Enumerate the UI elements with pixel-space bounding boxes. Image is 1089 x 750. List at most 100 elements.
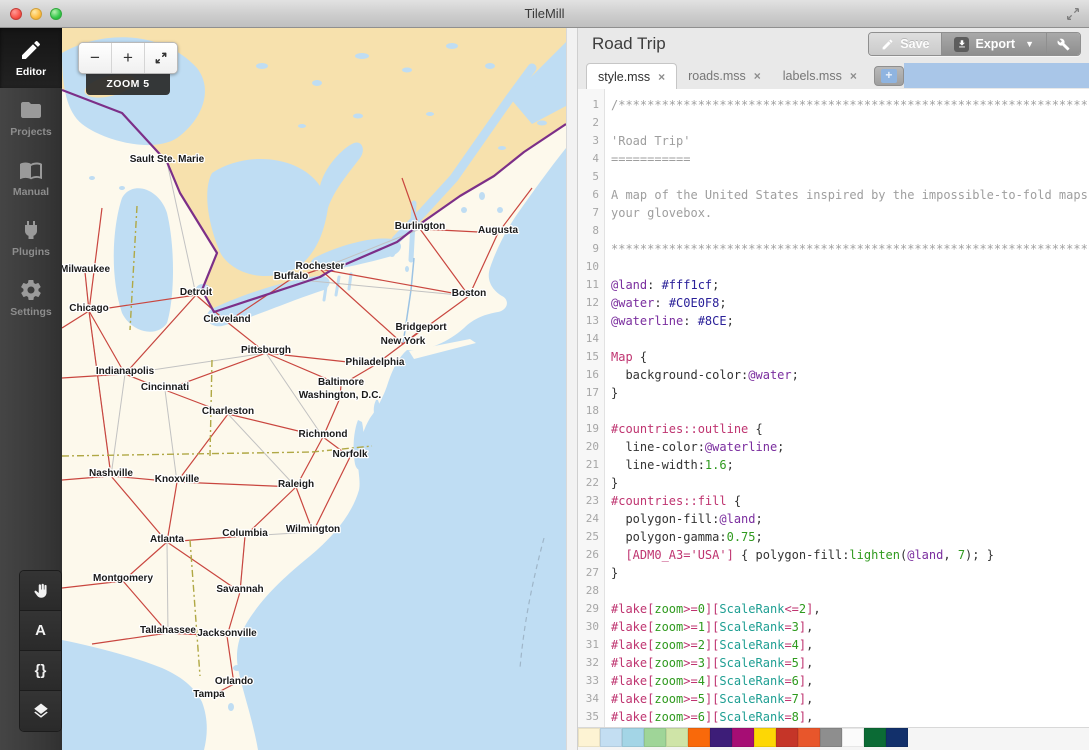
palette-swatch[interactable] [644, 728, 666, 747]
tabs: style.mss× roads.mss × labels.mss × [586, 63, 868, 89]
palette-swatch[interactable] [798, 728, 820, 747]
palette-swatch[interactable] [622, 728, 644, 747]
plus-icon: + [881, 69, 897, 83]
code-editor[interactable]: 1234567891011121314151617181920212223242… [578, 89, 1089, 727]
code-line: #lake[zoom>=0][ScaleRank<=2], [611, 600, 1089, 618]
sidebar-tools: A {} [19, 570, 62, 732]
close-tab-icon[interactable]: × [850, 69, 857, 83]
city-label: Nashville [89, 468, 133, 479]
tab-style.mss[interactable]: style.mss× [586, 63, 677, 89]
zoom-window-button[interactable] [50, 8, 62, 20]
tab-bar: style.mss× roads.mss × labels.mss × + [578, 62, 1089, 89]
layers-icon [32, 702, 50, 720]
palette-swatch[interactable] [600, 728, 622, 747]
palette-swatch[interactable] [820, 728, 842, 747]
tab-label: roads.mss [688, 69, 746, 83]
city-label: Milwaukee [62, 264, 110, 275]
add-stylesheet-button[interactable]: + [874, 66, 904, 86]
font-icon: A [35, 622, 46, 639]
title-bar: TileMill [0, 0, 1089, 28]
map-canvas: Sault Ste. MarieMilwaukeeChicagoDetroitC… [62, 28, 566, 750]
pane-splitter[interactable] [566, 28, 578, 750]
city-label: Chicago [69, 303, 108, 314]
close-window-button[interactable] [10, 8, 22, 20]
code-line: #lake[zoom>=2][ScaleRank=4], [611, 636, 1089, 654]
palette-swatch[interactable] [754, 728, 776, 747]
line-number: 6 [578, 186, 604, 204]
close-tab-icon[interactable]: × [754, 69, 761, 83]
sidebar-item-label: Settings [10, 306, 51, 318]
panel-header: Road Trip Save Export ▼ [578, 28, 1089, 62]
fonts-tool-button[interactable]: A [20, 611, 61, 651]
sidebar-item-label: Manual [13, 186, 49, 198]
city-label: Wilmington [286, 524, 340, 535]
resize-icon[interactable] [1065, 6, 1081, 22]
palette-swatch[interactable] [732, 728, 754, 747]
fullscreen-button[interactable] [145, 43, 177, 73]
line-number: 24 [578, 510, 604, 528]
sidebar-item-projects[interactable]: Projects [0, 88, 62, 148]
project-settings-button[interactable] [1046, 33, 1080, 55]
code-line [611, 114, 1089, 132]
zoom-in-button[interactable]: + [112, 43, 145, 73]
tab-label: labels.mss [783, 69, 842, 83]
palette-swatch[interactable] [710, 728, 732, 747]
pencil-icon [19, 38, 43, 62]
tab-strip-highlight [904, 63, 1089, 88]
city-label: Rochester [296, 261, 345, 272]
line-number-gutter: 1234567891011121314151617181920212223242… [578, 89, 605, 727]
city-label: Columbia [222, 528, 268, 539]
zoom-out-button[interactable]: − [79, 43, 112, 73]
carto-tool-button[interactable]: {} [20, 651, 61, 691]
export-button[interactable]: Export ▼ [941, 33, 1046, 55]
save-button[interactable]: Save [869, 33, 941, 55]
city-label: Tampa [193, 689, 225, 700]
line-number: 8 [578, 222, 604, 240]
editor-panel: Road Trip Save Export ▼ styl [578, 28, 1089, 750]
minimize-window-button[interactable] [30, 8, 42, 20]
tab-roads.mss[interactable]: roads.mss × [677, 63, 772, 89]
city-label: Cincinnati [141, 382, 190, 393]
code-line: 'Road Trip' [611, 132, 1089, 150]
code-line: =========== [611, 150, 1089, 168]
line-number: 12 [578, 294, 604, 312]
code-line: #lake[zoom>=1][ScaleRank=3], [611, 618, 1089, 636]
city-label: Charleston [202, 406, 254, 417]
gear-icon [19, 278, 43, 302]
book-icon [19, 158, 43, 182]
layers-tool-button[interactable] [20, 691, 61, 731]
plug-icon [19, 218, 43, 242]
city-label: Burlington [395, 221, 446, 232]
code-content[interactable]: /***************************************… [605, 89, 1089, 727]
code-line: } [611, 384, 1089, 402]
close-tab-icon[interactable]: × [658, 70, 665, 84]
code-line: #countries::fill { [611, 492, 1089, 510]
code-line: [ADM0_A3='USA'] { polygon-fill:lighten(@… [611, 546, 1089, 564]
line-number: 13 [578, 312, 604, 330]
zoom-level-badge: ZOOM 5 [86, 74, 170, 95]
palette-swatch[interactable] [864, 728, 886, 747]
code-line [611, 330, 1089, 348]
map-preview[interactable]: Sault Ste. MarieMilwaukeeChicagoDetroitC… [62, 28, 566, 750]
palette-swatch[interactable] [666, 728, 688, 747]
code-line: polygon-fill:@land; [611, 510, 1089, 528]
palette-swatch[interactable] [842, 728, 864, 747]
sidebar-item-settings[interactable]: Settings [0, 268, 62, 328]
line-number: 33 [578, 672, 604, 690]
sidebar: Editor Projects Manual Plugins Settings A {} [0, 28, 62, 750]
header-buttons: Save Export ▼ [868, 32, 1081, 56]
palette-swatch[interactable] [688, 728, 710, 747]
sidebar-item-manual[interactable]: Manual [0, 148, 62, 208]
city-label: Bridgeport [395, 322, 447, 333]
palette-swatch[interactable] [578, 728, 600, 747]
code-line: A map of the United States inspired by t… [611, 186, 1089, 204]
tab-labels.mss[interactable]: labels.mss × [772, 63, 868, 89]
palette-swatch[interactable] [886, 728, 908, 747]
sidebar-item-editor[interactable]: Editor [0, 28, 62, 88]
pan-tool-button[interactable] [20, 571, 61, 611]
wrench-icon [1057, 38, 1070, 51]
sidebar-item-label: Projects [10, 126, 51, 138]
sidebar-item-plugins[interactable]: Plugins [0, 208, 62, 268]
palette-swatch[interactable] [776, 728, 798, 747]
chevron-down-icon: ▼ [1025, 39, 1034, 49]
